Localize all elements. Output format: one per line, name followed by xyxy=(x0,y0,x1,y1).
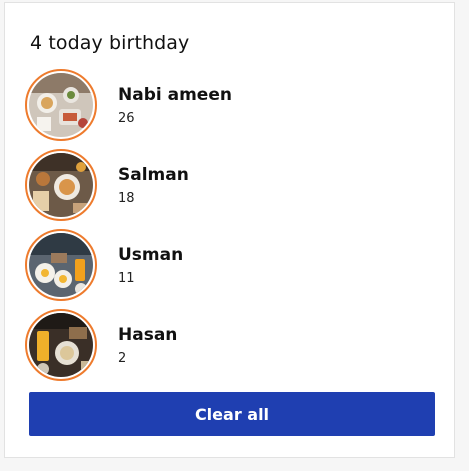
person-name: Nabi ameen xyxy=(118,85,232,105)
person-age: 26 xyxy=(118,111,135,126)
person-name: Hasan xyxy=(118,325,178,345)
person-name: Salman xyxy=(118,165,189,185)
food-photo-avatar-icon xyxy=(29,233,93,297)
clear-all-button[interactable]: Clear all xyxy=(29,392,435,436)
avatar xyxy=(25,69,97,141)
person-name: Usman xyxy=(118,245,184,265)
card-title: 4 today birthday xyxy=(30,32,190,54)
birthday-list-item[interactable]: Nabi ameen 26 xyxy=(25,67,435,147)
avatar xyxy=(25,149,97,221)
birthday-list-item[interactable]: Salman 18 xyxy=(25,147,435,227)
person-age: 2 xyxy=(118,351,127,366)
birthday-list-item[interactable]: Usman 11 xyxy=(25,227,435,307)
birthday-card: 4 today birthday Nabi ameen 26 Salman 18… xyxy=(4,2,455,458)
avatar xyxy=(25,309,97,381)
avatar xyxy=(25,229,97,301)
birthday-list: Nabi ameen 26 Salman 18 Usman 11 Hasan 2 xyxy=(25,67,435,387)
birthday-list-item[interactable]: Hasan 2 xyxy=(25,307,435,387)
person-age: 11 xyxy=(118,271,135,286)
food-photo-avatar-icon xyxy=(29,153,93,217)
food-photo-avatar-icon xyxy=(29,73,93,137)
person-age: 18 xyxy=(118,191,135,206)
food-photo-avatar-icon xyxy=(29,313,93,377)
